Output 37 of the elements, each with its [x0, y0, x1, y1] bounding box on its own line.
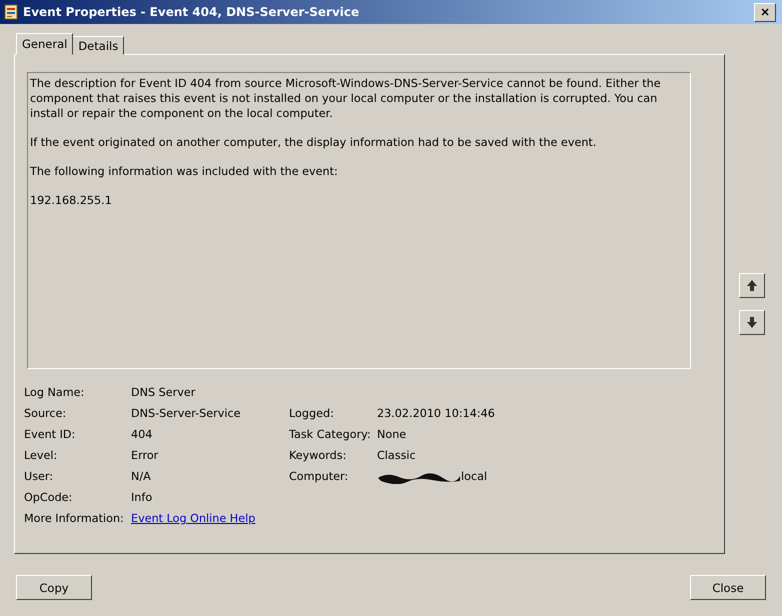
- field-label: OpCode:: [24, 490, 74, 505]
- field-value: Classic: [377, 448, 416, 463]
- field-value: Error: [131, 448, 160, 463]
- field-value: DNS Server: [131, 385, 196, 400]
- close-button[interactable]: ✕: [754, 2, 776, 22]
- description-text: The description for Event ID 404 from source Microsoft-Windows-DNS-Server-Service cannot be found. Either the component that raises this event is not installed on your local computer or the installation is corrupted. You can install or repair the component on the local computer.: [30, 76, 662, 121]
- tab[interactable]: General: [16, 33, 74, 55]
- field-value: local: [461, 469, 488, 484]
- field-value: Info: [131, 490, 154, 505]
- dialog-button[interactable]: Copy: [16, 575, 92, 600]
- description-text: 192.168.255.1: [30, 193, 113, 208]
- previous-event-button[interactable]: [739, 273, 765, 298]
- field-label: Keywords:: [289, 448, 348, 463]
- description-text: If the event originated on another computer, the display information had to be saved with the event.: [30, 135, 598, 150]
- field-label: Level:: [24, 448, 58, 463]
- field-value: 23.02.2010 10:14:46: [377, 406, 495, 421]
- field-label: Source:: [24, 406, 68, 421]
- event-log-icon: [4, 4, 18, 20]
- field-label: Task Category:: [289, 427, 372, 442]
- window-title: Event Properties - Event 404, DNS-Server-Service: [23, 5, 360, 19]
- field-label: Log Name:: [24, 385, 86, 400]
- up-arrow-icon: [745, 278, 759, 293]
- field-label: User:: [24, 469, 54, 484]
- description-text: The following information was included with the event:: [30, 164, 339, 179]
- down-arrow-icon: [745, 315, 759, 330]
- help-link[interactable]: Event Log Online Help: [131, 511, 289, 526]
- field-value: DNS-Server-Service: [131, 406, 242, 421]
- tab[interactable]: Details: [72, 36, 124, 55]
- dialog-button[interactable]: Close: [690, 575, 766, 600]
- field-label: Event ID:: [24, 427, 76, 442]
- field-label: Computer:: [289, 469, 350, 484]
- field-value: 404: [131, 427, 154, 442]
- field-value: N/A: [131, 469, 152, 484]
- field-value: None: [377, 427, 406, 442]
- field-label: Logged:: [289, 406, 335, 421]
- field-label: More Information:: [24, 511, 125, 526]
- next-event-button[interactable]: [739, 310, 765, 335]
